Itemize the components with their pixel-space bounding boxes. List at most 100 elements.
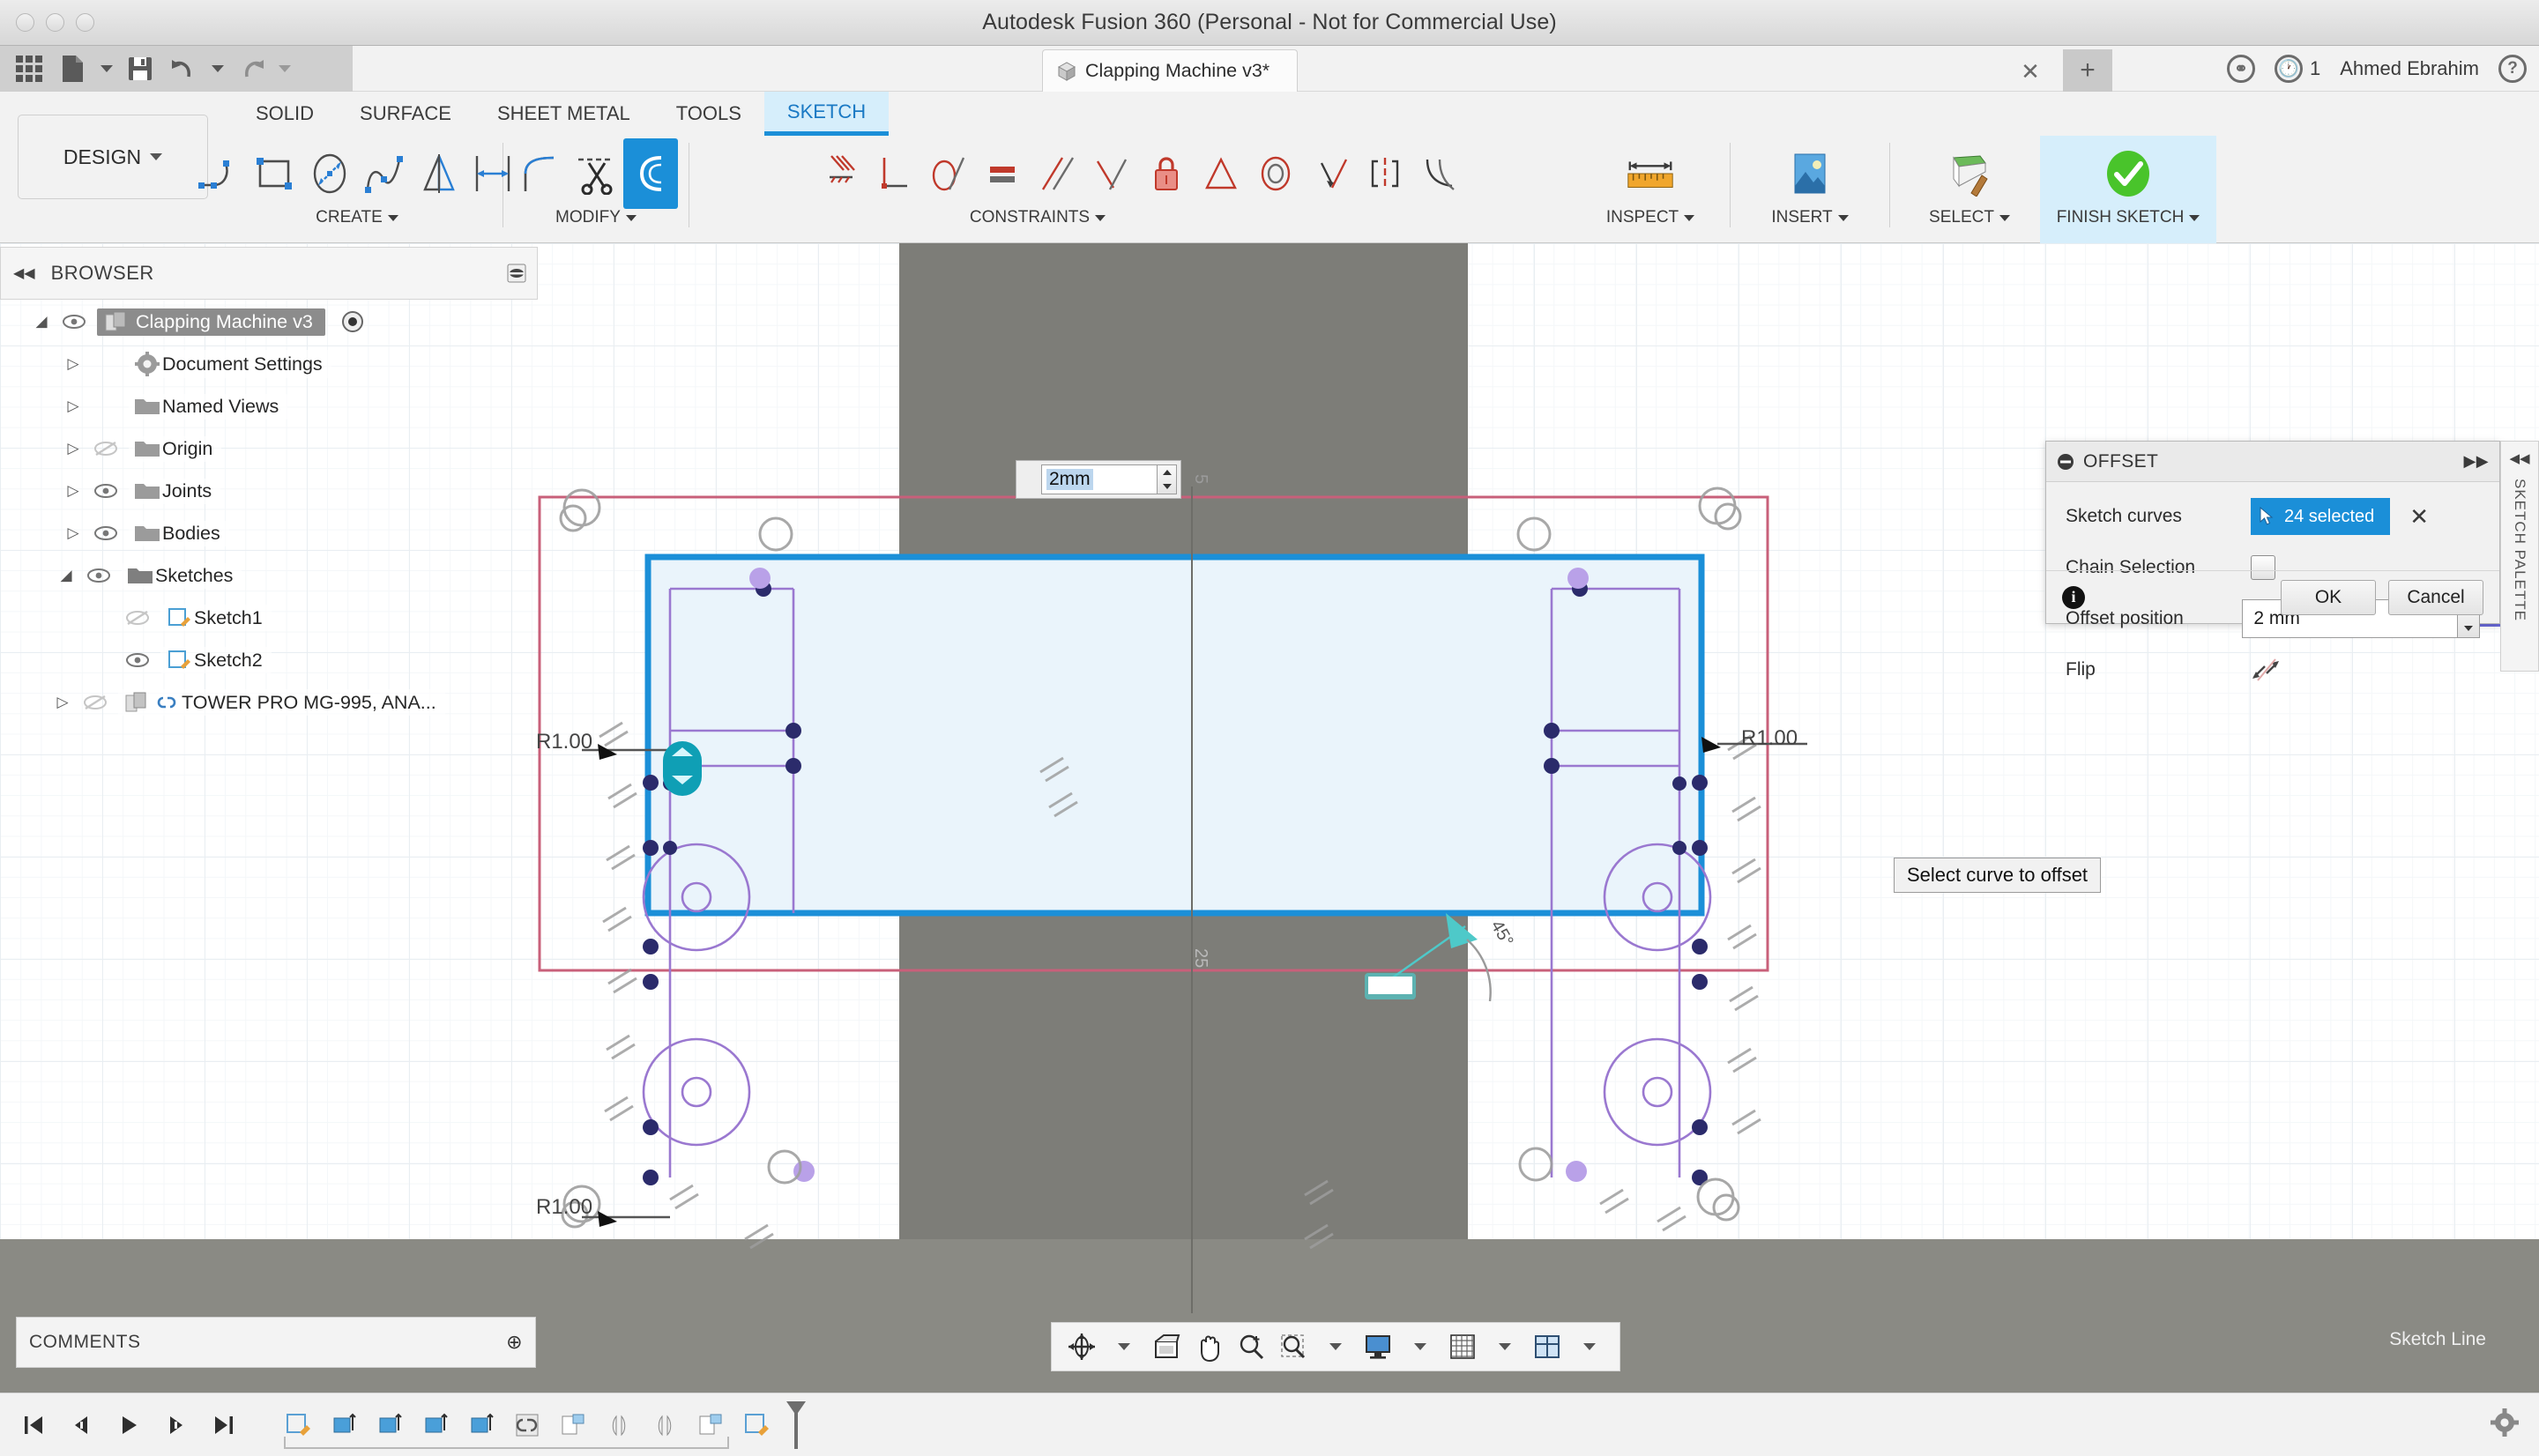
visibility-eye-icon[interactable] bbox=[92, 525, 120, 541]
browser-item-chip[interactable]: Bodies bbox=[129, 520, 229, 546]
visibility-eye-off-icon[interactable] bbox=[123, 610, 152, 626]
browser-item-chip[interactable]: Sketch1 bbox=[160, 605, 272, 631]
show-data-panel-button[interactable] bbox=[9, 49, 49, 88]
browser-item-sketch2[interactable]: Sketch2 bbox=[0, 639, 571, 681]
tab-solid[interactable]: SOLID bbox=[233, 92, 337, 136]
panel-title-select[interactable]: SELECT bbox=[1929, 208, 2010, 227]
browser-item-joints[interactable]: ▷ Joints bbox=[0, 470, 571, 512]
redo-button[interactable] bbox=[231, 49, 272, 88]
inline-dimension-input[interactable]: 2mm bbox=[1041, 464, 1158, 494]
offset-flip-button[interactable] bbox=[2251, 657, 2281, 682]
offset-sketch-curves-selection[interactable]: 24 selected bbox=[2251, 498, 2391, 535]
browser-item-chip[interactable]: Origin bbox=[129, 435, 222, 462]
workspace-switcher-button[interactable]: DESIGN bbox=[18, 115, 208, 199]
tab-sketch[interactable]: SKETCH bbox=[763, 92, 890, 136]
timeline-step-back-button[interactable] bbox=[60, 1400, 102, 1450]
document-tab[interactable]: Clapping Machine v3* bbox=[1042, 49, 1298, 92]
browser-item-document-settings[interactable]: ▷ Document Settings bbox=[0, 343, 571, 385]
navigation-toolbar[interactable] bbox=[1051, 1322, 1620, 1371]
browser-item-chip[interactable]: Document Settings bbox=[129, 350, 331, 378]
browser-item-chip[interactable]: TOWER PRO MG-995, ANA... bbox=[118, 689, 445, 716]
tab-tools[interactable]: TOOLS bbox=[653, 92, 764, 136]
pan-icon[interactable] bbox=[1189, 1327, 1228, 1366]
create-circle-tool[interactable] bbox=[302, 138, 357, 209]
panel-finish-sketch[interactable]: FINISH SKETCH bbox=[2040, 136, 2216, 243]
add-comment-button[interactable]: ⊕ bbox=[506, 1331, 523, 1354]
viewports-icon[interactable] bbox=[1528, 1327, 1567, 1366]
offset-ok-button[interactable]: OK bbox=[2281, 579, 2376, 615]
visibility-eye-icon[interactable] bbox=[92, 483, 120, 499]
constraint-symmetry-tool[interactable] bbox=[1358, 138, 1412, 209]
browser-item-tower-pro[interactable]: ▷ TOWER PRO MG-995, ANA... bbox=[0, 681, 571, 724]
browser-options-icon[interactable] bbox=[507, 264, 526, 283]
display-settings-icon[interactable] bbox=[1359, 1327, 1397, 1366]
sketch-palette-collapse-icon[interactable]: ◀◀ bbox=[2509, 450, 2529, 466]
constraint-concentric-tool[interactable] bbox=[1248, 138, 1303, 209]
redo-caret[interactable] bbox=[275, 49, 294, 88]
browser-item-bodies[interactable]: ▷ Bodies bbox=[0, 512, 571, 554]
create-mirror-tool[interactable] bbox=[412, 138, 466, 209]
expander-icon[interactable]: ▷ bbox=[53, 694, 72, 711]
expander-icon[interactable]: ▷ bbox=[63, 397, 83, 415]
browser-item-chip[interactable]: Named Views bbox=[129, 393, 288, 420]
select-tool[interactable] bbox=[1942, 138, 1997, 209]
zoom-caret[interactable] bbox=[1316, 1327, 1355, 1366]
browser-item-chip[interactable]: Joints bbox=[129, 478, 221, 504]
visibility-eye-off-icon[interactable] bbox=[92, 441, 120, 457]
offset-dialog-expand-button[interactable]: ▶▶ bbox=[2464, 452, 2490, 471]
offset-dialog[interactable]: OFFSET ▶▶ Sketch curves 24 selected ✕ Ch… bbox=[2045, 441, 2500, 681]
display-caret[interactable] bbox=[1401, 1327, 1440, 1366]
panel-title-inspect[interactable]: INSPECT bbox=[1606, 208, 1695, 227]
user-name[interactable]: Ahmed Ebrahim bbox=[2340, 57, 2479, 80]
panel-title-insert[interactable]: INSERT bbox=[1771, 208, 1849, 227]
new-document-button[interactable]: + bbox=[2063, 49, 2112, 92]
browser-item-clapping-machine[interactable]: ◢ Clapping Machine v3 bbox=[0, 301, 571, 343]
info-icon[interactable]: i bbox=[2062, 585, 2085, 609]
dimension-label-radius-top-right[interactable]: R1.00 bbox=[1741, 726, 1798, 751]
browser-item-chip[interactable]: Sketches bbox=[122, 562, 242, 589]
collapse-icon[interactable] bbox=[2057, 453, 2074, 471]
browser-item-sketches[interactable]: ◢ Sketches bbox=[0, 554, 571, 597]
zoom-window-icon[interactable] bbox=[1274, 1327, 1313, 1366]
offset-clear-selection-button[interactable]: ✕ bbox=[2409, 503, 2429, 531]
browser-collapse-button[interactable]: ◀◀ bbox=[13, 264, 35, 282]
zoom-icon[interactable] bbox=[1232, 1327, 1270, 1366]
undo-button[interactable] bbox=[164, 49, 205, 88]
constraint-curvature-tool[interactable] bbox=[1412, 138, 1467, 209]
timeline-go-to-end-button[interactable] bbox=[203, 1400, 245, 1450]
sketch-palette-tab[interactable]: ◀◀ SKETCH PALETTE bbox=[2500, 441, 2539, 672]
modify-offset-tool[interactable] bbox=[623, 138, 678, 209]
create-spline-tool[interactable] bbox=[357, 138, 412, 209]
panel-title-constraints[interactable]: CONSTRAINTS bbox=[970, 208, 1106, 227]
modify-fillet-tool[interactable] bbox=[514, 138, 569, 209]
activate-component-radio[interactable] bbox=[341, 310, 364, 333]
viewports-caret[interactable] bbox=[1570, 1327, 1609, 1366]
timeline-go-to-start-button[interactable] bbox=[12, 1400, 55, 1450]
expander-icon[interactable]: ▷ bbox=[63, 482, 83, 500]
expander-icon[interactable]: ▷ bbox=[63, 355, 83, 373]
help-icon[interactable]: ? bbox=[2498, 55, 2527, 83]
tab-surface[interactable]: SURFACE bbox=[337, 92, 474, 136]
constraint-midpoint-tool[interactable] bbox=[1194, 138, 1248, 209]
browser-item-named-views[interactable]: ▷ Named Views bbox=[0, 385, 571, 427]
expander-icon[interactable]: ◢ bbox=[32, 313, 51, 331]
timeline-marker[interactable] bbox=[785, 1400, 808, 1451]
orbit-caret[interactable] bbox=[1105, 1327, 1143, 1366]
constraint-horizontal-vertical-tool[interactable] bbox=[1084, 138, 1139, 209]
panel-title-finish-sketch[interactable]: FINISH SKETCH bbox=[2057, 208, 2200, 227]
insert-image-tool[interactable] bbox=[1783, 138, 1837, 209]
dimension-label-25[interactable]: 25 bbox=[1190, 948, 1210, 968]
modify-trim-tool[interactable] bbox=[569, 138, 623, 209]
offset-dialog-header[interactable]: OFFSET ▶▶ bbox=[2046, 442, 2499, 482]
timeline-settings-button[interactable] bbox=[2490, 1408, 2520, 1437]
inline-dimension-stepper[interactable] bbox=[1158, 464, 1177, 494]
create-rectangle-tool[interactable] bbox=[248, 138, 302, 209]
file-menu-caret[interactable] bbox=[97, 49, 116, 88]
timeline-feature-sketch[interactable] bbox=[735, 1400, 778, 1450]
close-document-button[interactable]: ✕ bbox=[2019, 58, 2042, 85]
dimension-label-5[interactable]: 5 bbox=[1190, 474, 1210, 484]
timeline-play-button[interactable] bbox=[108, 1400, 150, 1450]
panel-title-modify[interactable]: MODIFY bbox=[555, 208, 637, 227]
job-status-clock-icon[interactable]: 🕐 bbox=[2275, 55, 2303, 83]
orbit-icon[interactable] bbox=[1062, 1327, 1101, 1366]
